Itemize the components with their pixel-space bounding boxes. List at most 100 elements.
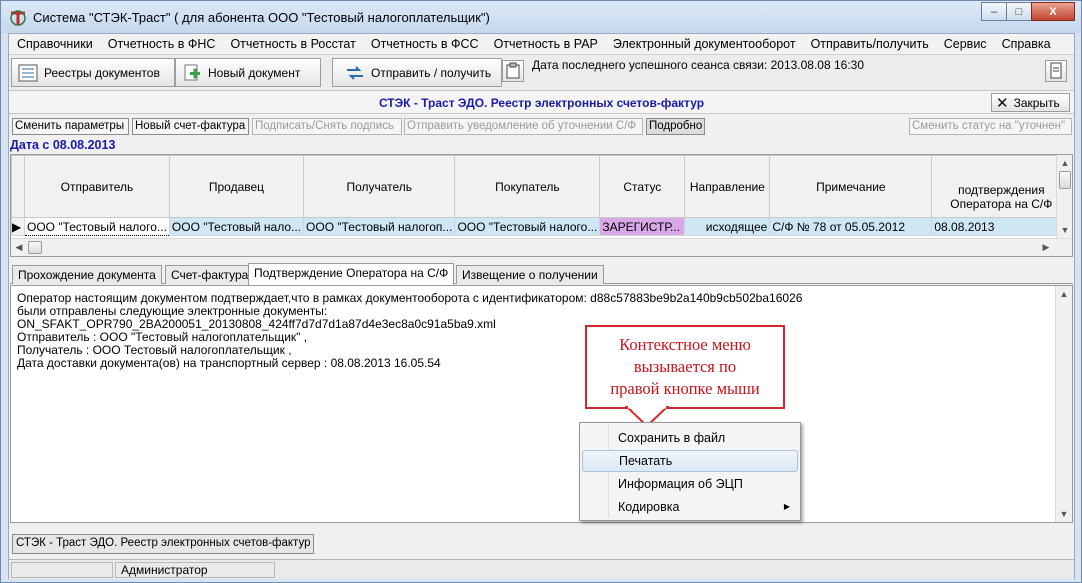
menu-fss-reports[interactable]: Отчетность в ФСС: [371, 37, 479, 51]
tab-operator-confirmation[interactable]: Подтверждение Оператора на С/Ф: [248, 263, 455, 285]
tab-receipt-notice[interactable]: Извещение о получении: [456, 265, 604, 284]
scroll-down-icon[interactable]: ▼: [1057, 222, 1072, 238]
menu-rosstat-reports[interactable]: Отчетность в Росстат: [230, 37, 355, 51]
column-header-sender[interactable]: Отправитель: [24, 155, 170, 218]
client-area: Справочники Отчетность в ФНС Отчетность …: [8, 33, 1075, 579]
text-line: Дата доставки документа(ов) на транспорт…: [17, 356, 441, 370]
sync-arrows-icon: [347, 65, 363, 80]
detail-tabs: Прохождение документа Счет-фактура Подтв…: [10, 263, 1073, 285]
column-header-seller[interactable]: Продавец: [168, 155, 305, 218]
text-line: Получатель : ООО Тестовый налогоплательщ…: [17, 343, 292, 357]
change-params-button[interactable]: Сменить параметры: [12, 118, 129, 135]
cell-seller[interactable]: ООО "Тестовый нало...: [168, 217, 305, 236]
clipboard-button[interactable]: [502, 60, 524, 82]
column-header-note[interactable]: Примечание: [769, 155, 933, 218]
scroll-up-icon[interactable]: ▲: [1057, 155, 1072, 171]
menu-directories[interactable]: Справочники: [17, 37, 93, 51]
text-line: ON_SFAKT_OPR790_2BA200051_20130808_424ff…: [17, 317, 496, 331]
date-filter-label: Дата с 08.08.2013: [10, 138, 116, 152]
tab-invoice[interactable]: Счет-фактура: [165, 265, 255, 284]
context-save-to-file[interactable]: Сохранить в файл: [582, 427, 798, 449]
new-document-button[interactable]: Новый документ: [175, 58, 321, 87]
text-line: Оператор настоящим документом подтвержда…: [17, 291, 803, 305]
clipboard-icon: [506, 62, 520, 79]
grid-table: Отправитель Продавец Получатель Покупате…: [11, 155, 1072, 236]
cell-status[interactable]: ЗАРЕГИСТР...: [599, 217, 686, 236]
menu-rar-reports[interactable]: Отчетность в РАР: [494, 37, 598, 51]
cell-note[interactable]: С/Ф № 78 от 05.05.2012: [769, 217, 933, 236]
close-window-button[interactable]: X: [1031, 2, 1075, 21]
row-indicator[interactable]: ▶: [11, 217, 25, 236]
registry-header: СТЭК - Траст ЭДО. Реестр электронных сче…: [9, 92, 1074, 114]
menu-service[interactable]: Сервис: [944, 37, 987, 51]
grid-vertical-scrollbar[interactable]: ▲ ▼: [1056, 155, 1072, 238]
menu-fns-reports[interactable]: Отчетность в ФНС: [108, 37, 216, 51]
callout-line: вызывается по: [633, 357, 737, 376]
grid-vscroll-thumb[interactable]: [1059, 171, 1071, 189]
scroll-up-icon[interactable]: ▲: [1056, 286, 1072, 302]
registries-label: Реестры документов: [44, 65, 160, 80]
details-toggle[interactable]: Подробно: [646, 118, 705, 135]
cell-buyer[interactable]: ООО "Тестовый налого...: [454, 217, 601, 236]
grid-horizontal-scrollbar[interactable]: ◀ ▶: [11, 238, 1072, 256]
cell-sender[interactable]: ООО "Тестовый налого...: [24, 217, 170, 236]
cell-receiver[interactable]: ООО "Тестовый налогоп...: [303, 217, 456, 236]
cell-confirm-date[interactable]: 08.08.2013: [931, 217, 1072, 236]
scroll-right-icon[interactable]: ▶: [1038, 239, 1054, 255]
registry-list-icon: [18, 64, 38, 81]
send-receive-label: Отправить / получить: [371, 65, 492, 80]
column-header-confirmation[interactable]: подтверждения Оператора на С/Ф: [931, 155, 1072, 218]
scroll-down-icon[interactable]: ▼: [1056, 506, 1072, 522]
window-title: Система "СТЭК-Траст" ( для абонента ООО …: [33, 10, 490, 25]
column-header-buyer[interactable]: Покупатель: [454, 155, 601, 218]
column-header-status[interactable]: Статус: [599, 155, 686, 218]
print-report-button[interactable]: [1045, 60, 1067, 82]
registries-button[interactable]: Реестры документов: [11, 58, 175, 87]
close-registry-label: Закрыть: [1013, 95, 1060, 110]
column-header-receiver[interactable]: Получатель: [303, 155, 456, 218]
minimize-button[interactable]: –: [981, 2, 1007, 21]
context-encoding[interactable]: Кодировка ▶: [582, 496, 798, 518]
context-signature-info[interactable]: Информация об ЭЦП: [582, 473, 798, 495]
new-document-label: Новый документ: [208, 65, 301, 80]
status-bar: Администратор: [9, 559, 1074, 579]
annotation-callout: Контекстное меню вызывается по правой кн…: [585, 325, 785, 409]
mdi-window-tab[interactable]: СТЭК - Траст ЭДО. Реестр электронных сче…: [12, 534, 315, 554]
change-status-button[interactable]: Сменить статус на "уточнен": [909, 118, 1072, 135]
menu-send-receive[interactable]: Отправить/получить: [811, 37, 929, 51]
callout-line: правой кнопке мыши: [610, 379, 760, 398]
send-receive-button[interactable]: Отправить / получить: [332, 58, 502, 87]
grid-hscroll-thumb[interactable]: [28, 241, 42, 254]
app-logo-icon: [10, 10, 26, 26]
menu-help[interactable]: Справка: [1002, 37, 1051, 51]
invoice-registry-grid: Отправитель Продавец Получатель Покупате…: [10, 154, 1073, 257]
text-vertical-scrollbar[interactable]: ▲ ▼: [1055, 286, 1072, 522]
main-toolbar: Реестры документов Новый документ Отправ…: [9, 55, 1074, 91]
context-encoding-label: Кодировка: [618, 500, 680, 514]
send-notice-button[interactable]: Отправить уведомление об уточнении С/Ф: [404, 118, 643, 135]
context-menu: Сохранить в файл Печатать Информация об …: [579, 422, 801, 521]
new-document-icon: [184, 64, 200, 80]
sign-button[interactable]: Подписать/Снять подпись: [252, 118, 402, 135]
column-header-direction[interactable]: Направление: [684, 155, 771, 218]
callout-text: Контекстное меню вызывается по правой кн…: [587, 334, 783, 400]
close-x-icon: ✕: [996, 94, 1009, 112]
confirmation-text-pane[interactable]: Оператор настоящим документом подтвержда…: [10, 285, 1073, 523]
table-row[interactable]: ▶ ООО "Тестовый налого... ООО "Тестовый …: [11, 217, 1072, 236]
registry-title: СТЭК - Траст ЭДО. Реестр электронных сче…: [378, 96, 705, 110]
text-line: Отправитель : ООО "Тестовый налогоплател…: [17, 330, 308, 344]
close-registry-button[interactable]: ✕ Закрыть: [991, 93, 1070, 112]
window-controls: – □ X: [981, 2, 1075, 21]
document-print-icon: [1050, 62, 1062, 79]
title-bar[interactable]: Система "СТЭК-Траст" ( для абонента ООО …: [1, 1, 1081, 33]
cell-direction[interactable]: исходящее: [684, 217, 771, 236]
action-bar: Сменить параметры Новый счет-фактура Под…: [9, 115, 1074, 137]
scroll-left-icon[interactable]: ◀: [11, 239, 27, 255]
menu-edo[interactable]: Электронный документооборот: [613, 37, 796, 51]
last-session-info: Дата последнего успешного сеанса связи: …: [532, 58, 865, 72]
tab-document-route[interactable]: Прохождение документа: [12, 265, 162, 284]
maximize-button[interactable]: □: [1006, 2, 1032, 21]
context-print[interactable]: Печатать: [582, 450, 798, 472]
status-cell-empty: [11, 562, 113, 578]
new-invoice-button[interactable]: Новый счет-фактура: [132, 118, 249, 135]
